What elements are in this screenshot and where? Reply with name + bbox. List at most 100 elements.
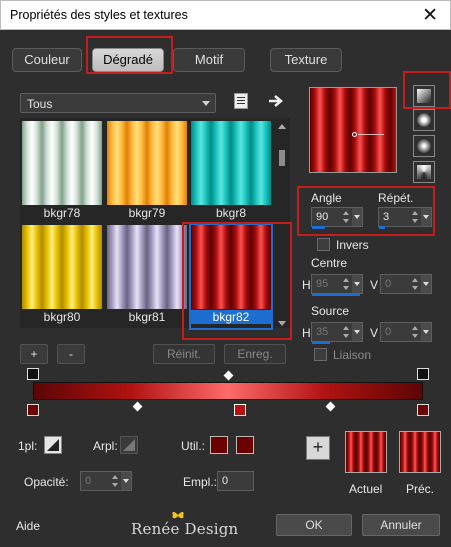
rectangular-style-icon[interactable] xyxy=(413,109,435,131)
current-sample-label: Actuel xyxy=(349,482,383,496)
center-h-slider-bar[interactable] xyxy=(312,293,360,296)
chevron-down-icon[interactable] xyxy=(121,472,131,490)
center-h-label: H xyxy=(302,278,311,292)
close-icon[interactable]: ✕ xyxy=(422,4,438,27)
reset-button[interactable]: Réinit. xyxy=(153,344,215,364)
empl-value: 0 xyxy=(222,475,229,487)
angle-slider-bar[interactable] xyxy=(312,226,325,229)
scroll-thumb[interactable] xyxy=(279,150,285,166)
save-button[interactable]: Enreg. xyxy=(224,344,286,364)
midpoint-marker[interactable] xyxy=(325,401,336,412)
link-checkbox[interactable] xyxy=(314,348,327,361)
spin-arrows-icon[interactable] xyxy=(342,276,350,292)
gallery-item[interactable]: bkgr79 xyxy=(107,121,187,224)
spin-arrows-icon[interactable] xyxy=(411,324,419,340)
source-h-spinner[interactable]: 35 xyxy=(311,322,363,344)
remove-button[interactable]: - xyxy=(57,344,85,364)
arpl-glyph-icon[interactable] xyxy=(120,436,138,454)
midpoint-marker[interactable] xyxy=(132,401,143,412)
midpoint-marker[interactable] xyxy=(223,370,234,381)
gradient-thumbnail xyxy=(107,121,187,205)
transparency-stop-left[interactable] xyxy=(27,368,39,380)
color-swatch-primary[interactable] xyxy=(210,436,228,454)
tab-motif[interactable]: Motif xyxy=(173,48,245,72)
chevron-down-icon[interactable] xyxy=(352,323,362,341)
gallery-item-label: bkgr82 xyxy=(191,310,271,324)
add-sample-button[interactable]: + xyxy=(306,436,330,460)
tab-couleur[interactable]: Couleur xyxy=(12,48,82,72)
arrow-right-icon[interactable] xyxy=(268,94,284,108)
current-sample[interactable] xyxy=(345,431,387,473)
radial-style-icon[interactable] xyxy=(413,135,435,157)
help-link[interactable]: Aide xyxy=(16,519,40,533)
gradient-thumbnail xyxy=(191,225,271,309)
source-v-spinner[interactable]: 0 xyxy=(380,322,432,342)
repeat-slider-bar[interactable] xyxy=(379,226,385,229)
gradient-bar[interactable] xyxy=(33,382,423,400)
opacite-spinner[interactable]: 0 xyxy=(80,471,132,491)
ok-button[interactable]: OK xyxy=(276,514,352,536)
color-stop-left[interactable] xyxy=(27,404,39,416)
source-h-label: H xyxy=(302,326,311,340)
linear-style-icon[interactable] xyxy=(413,85,435,107)
chevron-down-icon[interactable] xyxy=(421,323,431,341)
spin-arrows-icon[interactable] xyxy=(342,209,350,225)
chevron-down-icon[interactable] xyxy=(421,208,431,226)
spin-arrows-icon[interactable] xyxy=(411,276,419,292)
repeat-spinner[interactable]: 3 xyxy=(378,207,432,229)
tab-texture[interactable]: Texture xyxy=(270,48,342,72)
spin-arrows-icon[interactable] xyxy=(411,209,419,225)
chevron-down-icon[interactable] xyxy=(352,208,362,226)
color-swatch-secondary[interactable] xyxy=(236,436,254,454)
spin-arrows-icon[interactable] xyxy=(342,324,350,340)
angle-spinner[interactable]: 90 xyxy=(311,207,363,229)
empl-field[interactable]: 0 xyxy=(217,471,254,491)
gallery-item[interactable]: bkgr80 xyxy=(22,225,102,328)
category-dropdown[interactable]: Tous xyxy=(20,93,216,113)
center-v-label: V xyxy=(370,278,379,292)
category-value: Tous xyxy=(27,97,53,111)
angle-label: Angle xyxy=(311,191,342,205)
scroll-down-icon[interactable] xyxy=(278,321,286,326)
center-label: Centre xyxy=(311,256,348,270)
empl-label: Empl.: xyxy=(183,475,218,489)
gallery-item[interactable]: bkgr78 xyxy=(22,121,102,224)
transparency-stop-right[interactable] xyxy=(417,368,429,380)
scroll-up-icon[interactable] xyxy=(278,124,286,129)
previous-sample-label: Préc. xyxy=(406,482,435,496)
center-h-spinner[interactable]: 95 xyxy=(311,274,363,296)
center-marker-icon[interactable] xyxy=(352,132,357,137)
document-icon[interactable] xyxy=(234,93,248,109)
color-stop-right[interactable] xyxy=(417,404,429,416)
gallery-scrollbar[interactable] xyxy=(276,122,288,328)
cancel-button[interactable]: Annuler xyxy=(362,514,440,536)
chevron-down-icon[interactable] xyxy=(421,275,431,293)
dialog-body: Couleur Dégradé Motif Texture Tous bkgr7… xyxy=(0,30,451,547)
opacite-label: Opacité: xyxy=(24,475,69,489)
chevron-down-icon[interactable] xyxy=(352,275,362,293)
color-stop-center[interactable] xyxy=(234,404,246,416)
source-label: Source xyxy=(311,304,350,318)
center-v-spinner[interactable]: 0 xyxy=(380,274,432,294)
gallery-item-selected[interactable]: bkgr82 xyxy=(189,223,273,330)
brand-watermark: Renée Design xyxy=(131,510,241,544)
gallery-item[interactable]: bkgr81 xyxy=(107,225,187,328)
tab-degrade[interactable]: Dégradé xyxy=(92,48,164,72)
opacity-glyph-icon[interactable] xyxy=(44,436,62,454)
opacite-value: 0 xyxy=(85,475,92,487)
previous-sample[interactable] xyxy=(399,431,441,473)
source-h-value: 35 xyxy=(316,326,329,338)
gallery-item[interactable]: bkgr8 xyxy=(191,121,271,224)
gradient-thumbnail xyxy=(107,225,187,309)
arpl-label: Arpl: xyxy=(93,439,118,453)
gradient-thumbnail xyxy=(22,225,102,309)
spin-arrows-icon[interactable] xyxy=(111,473,119,489)
gradient-preview[interactable] xyxy=(309,87,397,173)
sunburst-style-icon[interactable] xyxy=(413,161,435,183)
source-h-slider-bar[interactable] xyxy=(312,341,330,344)
brand-text: Renée Design xyxy=(131,520,239,538)
add-button[interactable]: + xyxy=(20,344,48,364)
gallery-item-label: bkgr81 xyxy=(128,310,166,324)
gradient-thumbnail xyxy=(191,121,271,205)
invert-checkbox[interactable] xyxy=(317,238,330,251)
